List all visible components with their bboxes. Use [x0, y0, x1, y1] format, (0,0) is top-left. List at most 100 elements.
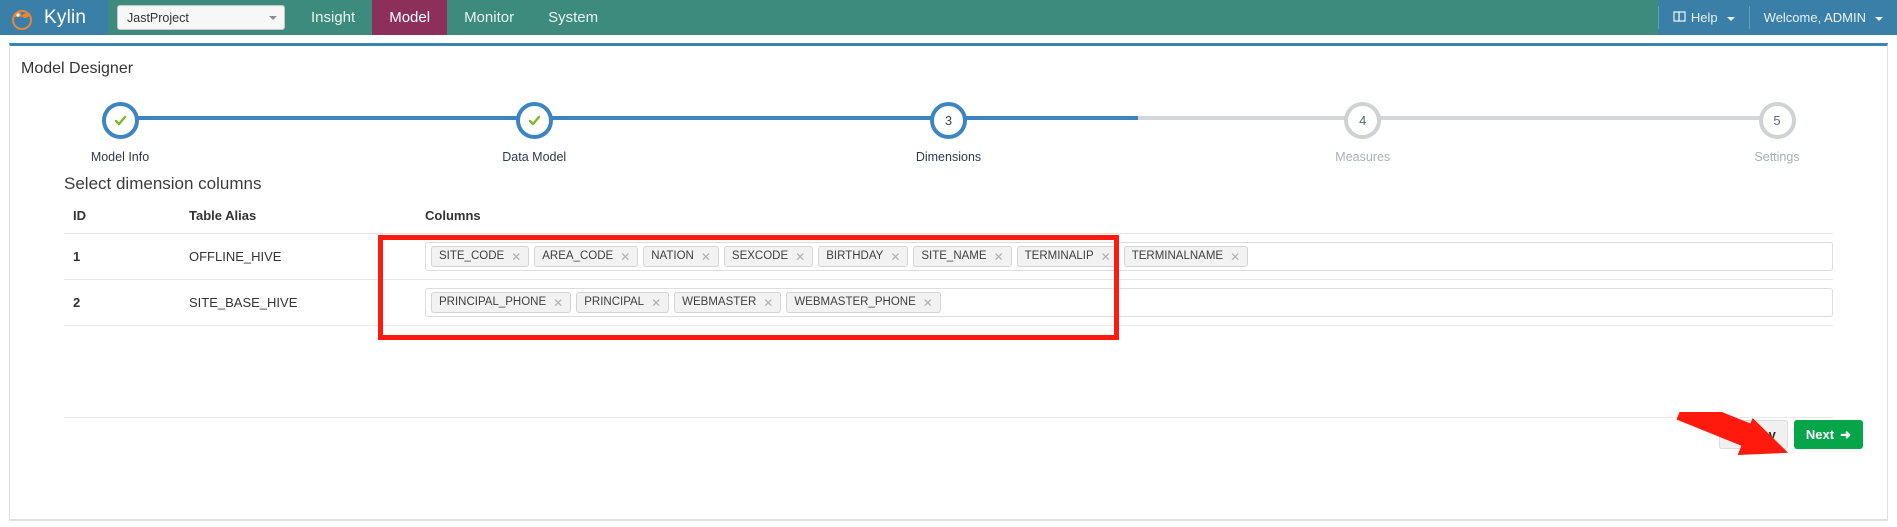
column-tag[interactable]: AREA_CODE ✕ [534, 246, 639, 267]
nav-right-group: Help Welcome, ADMIN [1657, 0, 1897, 35]
column-tag[interactable]: SITE_CODE ✕ [431, 246, 530, 267]
chevron-down-icon [1875, 16, 1883, 21]
remove-tag-icon[interactable]: ✕ [890, 251, 900, 263]
column-tag[interactable]: TERMINALNAME ✕ [1123, 246, 1249, 267]
column-tag[interactable]: SITE_NAME ✕ [913, 246, 1012, 267]
column-tag[interactable]: WEBMASTER_PHONE ✕ [786, 292, 941, 313]
nav-item-system[interactable]: System [531, 0, 615, 35]
row-table-alias: SITE_BASE_HIVE [180, 279, 416, 326]
step-circle-2 [515, 102, 553, 139]
user-menu[interactable]: Welcome, ADMIN [1750, 0, 1897, 35]
next-button[interactable]: Next ➜ [1793, 420, 1863, 449]
next-button-label: Next [1805, 427, 1835, 442]
column-tag[interactable]: PRINCIPAL ✕ [576, 292, 670, 313]
remove-tag-icon[interactable]: ✕ [553, 297, 563, 309]
nav-items: Insight Model Monitor System [294, 0, 615, 35]
remove-tag-icon[interactable]: ✕ [701, 251, 711, 263]
column-tag-label: NATION [651, 250, 694, 262]
column-header-id: ID [64, 208, 180, 234]
column-tag[interactable]: BIRTHDAY ✕ [818, 246, 909, 267]
footer-separator [64, 417, 1833, 418]
step-label-5: Settings [1754, 150, 1800, 164]
help-menu[interactable]: Help [1659, 0, 1749, 35]
step-circle-1 [101, 102, 139, 139]
column-tag[interactable]: WEBMASTER ✕ [674, 292, 782, 313]
dimensions-content: Select dimension columns ID Table Alias … [10, 174, 1887, 326]
remove-tag-icon[interactable]: ✕ [994, 251, 1004, 263]
remove-tag-icon[interactable]: ✕ [651, 297, 661, 309]
step-circle-5: 5 [1758, 102, 1796, 139]
top-navbar: Kylin JastProject Insight Model Monitor … [0, 0, 1897, 35]
brand-block[interactable]: Kylin [0, 0, 108, 35]
step-data-model[interactable]: Data Model [479, 96, 589, 164]
arrow-right-icon: ➜ [1840, 427, 1851, 442]
column-tag[interactable]: PRINCIPAL_PHONE ✕ [431, 292, 572, 313]
column-tag-label: AREA_CODE [542, 250, 614, 262]
column-tag-label: SITE_CODE [439, 250, 505, 262]
section-title: Select dimension columns [64, 174, 262, 193]
remove-tag-icon[interactable]: ✕ [923, 297, 933, 309]
column-tag[interactable]: SEXCODE ✕ [723, 246, 814, 267]
step-settings[interactable]: 5 Settings [1722, 96, 1832, 164]
chevron-down-icon [1726, 16, 1735, 21]
step-model-info[interactable]: Model Info [65, 96, 175, 164]
check-icon [113, 113, 128, 128]
remove-tag-icon[interactable]: ✕ [511, 251, 521, 263]
column-tag-label: PRINCIPAL_PHONE [439, 296, 547, 308]
wizard-button-row: ➜ Prev Next ➜ [1718, 420, 1863, 449]
nav-item-monitor[interactable]: Monitor [447, 0, 531, 35]
remove-tag-icon[interactable]: ✕ [1230, 251, 1240, 263]
row-table-alias: OFFLINE_HIVE [180, 233, 416, 280]
column-tag-label: PRINCIPAL [584, 296, 645, 308]
nav-item-insight[interactable]: Insight [294, 0, 372, 35]
arrow-left-icon: ➜ [1730, 427, 1742, 442]
wizard-stepper: Model Info Data Model 3 Dimensions 4 Mea… [65, 96, 1832, 168]
help-menu-label: Help [1690, 10, 1718, 25]
book-icon [1673, 10, 1686, 25]
remove-tag-icon[interactable]: ✕ [1101, 251, 1111, 263]
column-tag-label: WEBMASTER_PHONE [794, 296, 916, 308]
stepper-steps: Model Info Data Model 3 Dimensions 4 Mea… [65, 96, 1832, 164]
project-selector[interactable]: JastProject [117, 5, 285, 30]
column-header-columns: Columns [416, 208, 1833, 234]
table-head: ID Table Alias Columns [64, 208, 1833, 234]
dimension-columns-table: ID Table Alias Columns 1 OFFLINE_HIVE SI… [64, 208, 1833, 326]
column-tag-label: SEXCODE [731, 250, 789, 262]
step-label-1: Model Info [90, 150, 150, 164]
column-header-table-alias: Table Alias [180, 208, 416, 234]
columns-tag-input-2[interactable]: PRINCIPAL_PHONE ✕ PRINCIPAL ✕ WEBMASTER ✕ W… [425, 288, 1833, 317]
column-tag-label: TERMINALNAME [1131, 250, 1224, 262]
prev-button-label: Prev [1747, 427, 1776, 442]
column-tag[interactable]: TERMINALIP ✕ [1016, 246, 1119, 267]
row-id: 2 [64, 279, 180, 326]
prev-button[interactable]: ➜ Prev [1718, 420, 1788, 449]
model-designer-panel: Model Designer Model Info Data Model 3 D… [9, 43, 1888, 521]
step-label-4: Measures [1335, 150, 1391, 164]
column-tag[interactable]: NATION ✕ [643, 246, 719, 267]
kylin-logo-icon [8, 5, 38, 31]
remove-tag-icon[interactable]: ✕ [763, 297, 773, 309]
table-body: 1 OFFLINE_HIVE SITE_CODE ✕ AREA_CODE ✕ NAT… [64, 233, 1833, 326]
step-label-3: Dimensions [915, 150, 982, 164]
row-id: 1 [64, 233, 180, 280]
check-icon [527, 113, 542, 128]
column-tag-label: TERMINALIP [1024, 250, 1094, 262]
project-selector-wrap: JastProject [108, 0, 294, 35]
remove-tag-icon[interactable]: ✕ [620, 251, 630, 263]
nav-item-model[interactable]: Model [372, 0, 448, 35]
step-dimensions[interactable]: 3 Dimensions [894, 96, 1004, 164]
column-tag-label: BIRTHDAY [826, 250, 884, 262]
table-row: 1 OFFLINE_HIVE SITE_CODE ✕ AREA_CODE ✕ NAT… [64, 233, 1833, 280]
column-tag-label: WEBMASTER [682, 296, 757, 308]
project-selector-value: JastProject [127, 10, 189, 25]
remove-tag-icon[interactable]: ✕ [795, 251, 805, 263]
table-row: 2 SITE_BASE_HIVE PRINCIPAL_PHONE ✕ PRINCI… [64, 279, 1833, 326]
table-header-row: ID Table Alias Columns [64, 208, 1833, 234]
columns-tag-input-1[interactable]: SITE_CODE ✕ AREA_CODE ✕ NATION ✕ SEXCODE ✕ B… [425, 242, 1833, 271]
chevron-down-icon [269, 15, 277, 20]
user-menu-label: Welcome, ADMIN [1763, 10, 1866, 25]
step-measures[interactable]: 4 Measures [1308, 96, 1418, 164]
page-title: Model Designer [21, 60, 134, 77]
column-tag-label: SITE_NAME [921, 250, 987, 262]
row-columns-cell: SITE_CODE ✕ AREA_CODE ✕ NATION ✕ SEXCODE ✕ B… [416, 233, 1833, 280]
